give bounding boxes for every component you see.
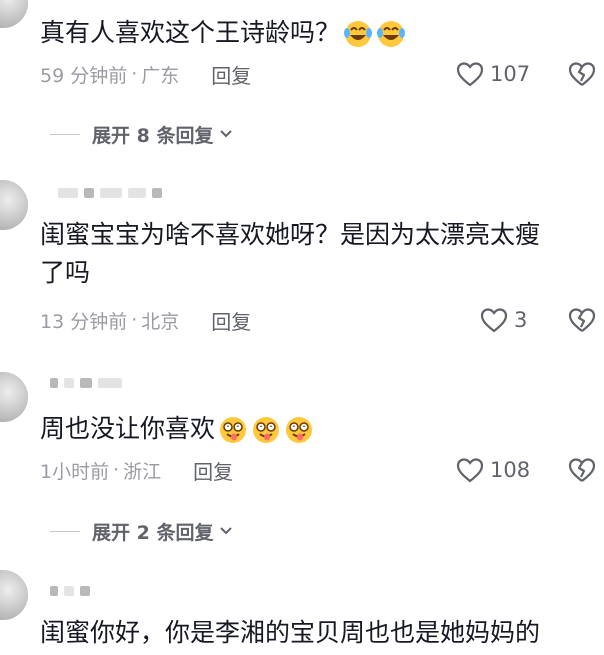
reply-button[interactable]: 回复	[193, 456, 233, 485]
username-masked	[58, 186, 162, 200]
reply-button[interactable]: 回复	[211, 306, 251, 335]
comment-time: 59 分钟前	[40, 64, 128, 87]
chevron-down-icon	[220, 130, 233, 138]
comment-meta: 13 分钟前 · 北京 回复	[40, 306, 251, 334]
separator: ·	[113, 459, 120, 481]
like-button[interactable]: 3	[480, 305, 527, 335]
comment-time: 1小时前	[40, 460, 110, 483]
comment-meta: 1小时前 · 浙江 回复	[40, 456, 233, 484]
dislike-broken-heart-icon[interactable]	[568, 306, 596, 334]
expand-replies-label: 展开 2 条回复	[92, 521, 214, 544]
like-count: 108	[490, 458, 531, 482]
username-masked	[50, 376, 122, 390]
comment-text: 真有人喜欢这个王诗龄吗？	[40, 14, 406, 52]
avatar[interactable]	[0, 570, 28, 620]
tears-of-joy-emoji-icon	[377, 21, 406, 47]
avatar[interactable]	[0, 0, 28, 28]
separator: ·	[131, 63, 138, 85]
heart-icon	[456, 62, 484, 87]
heart-icon	[480, 308, 508, 333]
expand-replies-label: 展开 8 条回复	[92, 124, 214, 147]
dislike-broken-heart-icon[interactable]	[568, 60, 596, 88]
expand-replies-button[interactable]: 展开 8 条回复	[50, 119, 233, 149]
expand-replies-button[interactable]: 展开 2 条回复	[50, 516, 233, 546]
divider-line	[50, 530, 80, 532]
divider-line	[50, 133, 80, 135]
avatar[interactable]	[0, 180, 28, 230]
like-count: 107	[490, 62, 531, 86]
dizzy-tongue-face-emoji-icon	[286, 417, 313, 443]
tears-of-joy-emoji-icon	[344, 21, 373, 47]
comment-location: 浙江	[123, 460, 162, 483]
chevron-down-icon	[220, 527, 233, 535]
heart-icon	[456, 458, 484, 483]
like-button[interactable]: 108	[456, 455, 530, 485]
comment-location: 广东	[141, 64, 180, 87]
comment-time: 13 分钟前	[40, 310, 128, 333]
comment-meta: 59 分钟前 · 广东 回复	[40, 60, 251, 88]
comment-text: 闺蜜宝宝为啥不喜欢她呀？是因为太漂亮太瘦 了吗	[40, 220, 541, 287]
comment-location: 北京	[141, 310, 180, 333]
reply-button[interactable]: 回复	[211, 60, 251, 89]
avatar[interactable]	[0, 372, 28, 422]
dizzy-tongue-face-emoji-icon	[253, 417, 280, 443]
like-button[interactable]: 107	[456, 59, 530, 89]
dizzy-tongue-face-emoji-icon	[220, 417, 247, 443]
dislike-broken-heart-icon[interactable]	[568, 456, 596, 484]
comment-list: 真有人喜欢这个王诗龄吗？ 59 分钟前 · 广东 回复 107 展开 8 条回复…	[0, 0, 604, 655]
separator: ·	[131, 309, 138, 331]
comment-text: 闺蜜你好，你是李湘的宝贝周也也是她妈妈的	[40, 618, 541, 647]
username-masked	[50, 584, 90, 598]
comment-text: 周也没让你喜欢	[40, 410, 314, 448]
like-count: 3	[514, 308, 528, 332]
